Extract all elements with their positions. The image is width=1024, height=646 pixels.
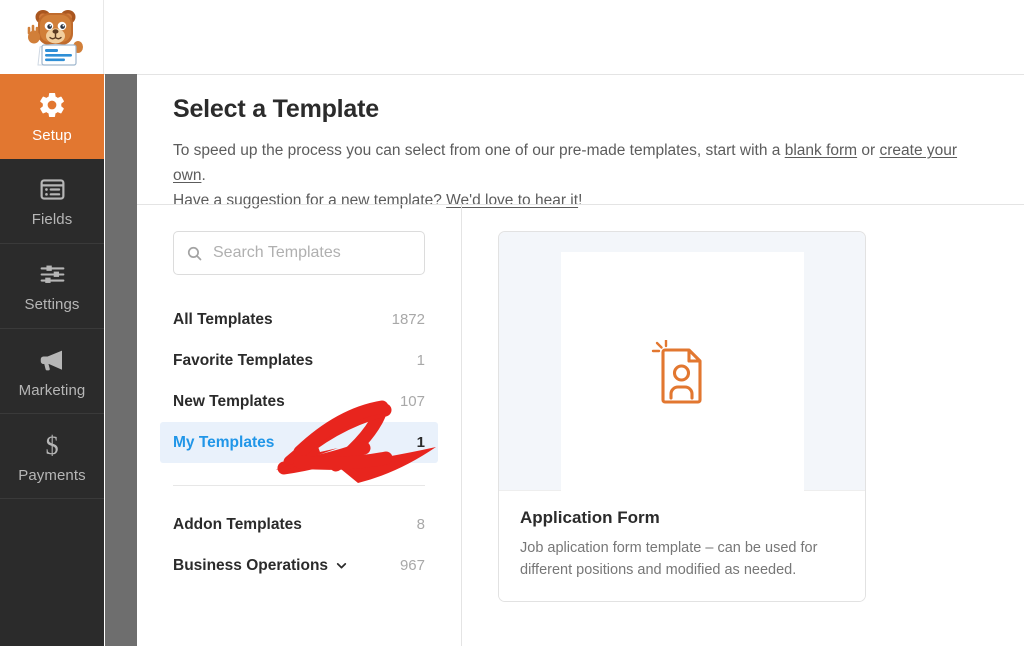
category-my-templates[interactable]: My Templates 1 bbox=[160, 422, 438, 463]
category-count: 107 bbox=[399, 393, 425, 410]
form-list-icon bbox=[40, 179, 64, 200]
category-all-templates[interactable]: All Templates 1872 bbox=[160, 299, 438, 340]
sidebar-item-setup[interactable]: Setup bbox=[0, 74, 104, 159]
template-card-body: Application Form Job aplication form tem… bbox=[499, 490, 865, 602]
wpforms-mascot-icon bbox=[27, 10, 83, 66]
search-templates-box[interactable] bbox=[173, 231, 425, 275]
sidebar-item-payments[interactable]: $ Payments bbox=[0, 414, 104, 499]
template-preview bbox=[499, 232, 865, 497]
main-content: Select a Template To speed up the proces… bbox=[137, 75, 1024, 646]
category-count: 8 bbox=[416, 516, 425, 533]
category-label-wrap: Business Operations bbox=[173, 557, 348, 575]
dollar-icon: $ bbox=[45, 430, 58, 459]
page-header: Select a Template To speed up the proces… bbox=[137, 75, 1024, 213]
category-label: My Templates bbox=[173, 433, 275, 451]
document-person-icon bbox=[651, 339, 702, 404]
description-line-1: To speed up the process you can select f… bbox=[173, 138, 988, 188]
template-title: Application Form bbox=[520, 508, 660, 527]
category-count: 1872 bbox=[391, 311, 425, 328]
category-label: New Templates bbox=[173, 392, 285, 410]
page-title: Select a Template bbox=[173, 95, 379, 123]
template-description: Job aplication form template – can be us… bbox=[520, 540, 818, 579]
category-panel: All Templates 1872 Favorite Templates 1 … bbox=[137, 205, 462, 646]
scrollbar-thumb[interactable] bbox=[105, 74, 137, 646]
sidebar-item-label: Payments bbox=[18, 466, 86, 484]
template-grid: Application Form Job aplication form tem… bbox=[462, 205, 1024, 646]
sidebar-item-label: Setup bbox=[32, 126, 72, 144]
sidebar-item-settings[interactable]: Settings bbox=[0, 244, 104, 329]
primary-category-list: All Templates 1872 Favorite Templates 1 … bbox=[160, 299, 438, 586]
wpforms-logo[interactable] bbox=[0, 0, 104, 74]
sidebar-item-label: Fields bbox=[31, 211, 73, 228]
top-bar bbox=[0, 0, 1024, 75]
template-card-application-form[interactable]: Application Form Job aplication form tem… bbox=[498, 231, 866, 603]
category-label: Favorite Templates bbox=[173, 351, 314, 369]
category-label: Business Operations bbox=[173, 556, 329, 574]
gear-icon bbox=[40, 92, 64, 117]
sidebar-item-label: Marketing bbox=[18, 381, 86, 399]
category-divider bbox=[173, 485, 425, 486]
svg-text:$: $ bbox=[45, 430, 58, 459]
desc-text-a: To speed up the process you can select f… bbox=[173, 142, 785, 159]
megaphone-icon bbox=[40, 350, 62, 370]
page-description: To speed up the process you can select f… bbox=[173, 138, 988, 213]
template-preview-page bbox=[560, 252, 804, 497]
category-count: 1 bbox=[416, 434, 425, 451]
chevron-down-icon[interactable] bbox=[335, 559, 348, 572]
template-browser: All Templates 1872 Favorite Templates 1 … bbox=[137, 204, 1024, 646]
category-new-templates[interactable]: New Templates 107 bbox=[160, 381, 438, 422]
desc-text-b: or bbox=[857, 142, 880, 159]
sliders-icon bbox=[40, 265, 64, 283]
category-count: 967 bbox=[399, 557, 425, 574]
sidebar-item-marketing[interactable]: Marketing bbox=[0, 329, 104, 414]
sidebar-item-label: Settings bbox=[24, 296, 80, 313]
blank-form-link[interactable]: blank form bbox=[785, 142, 857, 159]
page-scrollbar[interactable] bbox=[105, 74, 137, 646]
category-label: Addon Templates bbox=[173, 515, 302, 533]
wpforms-template-chooser: Setup Fields Settings Marketing $ Paymen… bbox=[0, 0, 1024, 646]
category-addon-templates[interactable]: Addon Templates 8 bbox=[160, 504, 438, 545]
category-business-operations[interactable]: Business Operations 967 bbox=[160, 545, 438, 586]
category-label: All Templates bbox=[173, 310, 273, 328]
sidebar-item-fields[interactable]: Fields bbox=[0, 159, 104, 244]
search-icon bbox=[187, 246, 202, 260]
category-count: 1 bbox=[416, 352, 425, 369]
main-sidebar: Setup Fields Settings Marketing $ Paymen… bbox=[0, 74, 104, 646]
search-input[interactable] bbox=[213, 244, 420, 262]
category-favorite-templates[interactable]: Favorite Templates 1 bbox=[160, 340, 438, 381]
desc-text-c: . bbox=[201, 167, 206, 185]
